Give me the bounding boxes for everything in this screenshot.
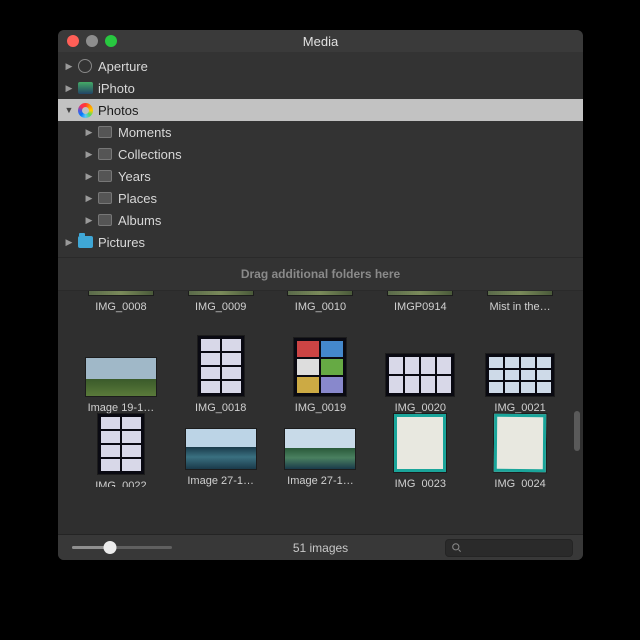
iphoto-icon [77, 80, 93, 96]
thumbnail-label: IMG_0009 [195, 301, 246, 313]
thumbnail-label: IMGP0914 [394, 301, 447, 313]
tree-item-label: Moments [118, 125, 171, 140]
thumbnail-cell[interactable]: Mist in the… [475, 291, 565, 313]
folder-icon [97, 146, 113, 162]
tree-item-label: Places [118, 191, 157, 206]
tree-item[interactable]: ▶ Years [58, 165, 583, 187]
disclosure-icon[interactable]: ▶ [84, 193, 94, 204]
thumbnail-cell[interactable]: Image 19-1… [76, 313, 166, 414]
disclosure-icon[interactable]: ▶ [84, 149, 94, 160]
tree-item[interactable]: ▶ Collections [58, 143, 583, 165]
close-icon[interactable] [67, 35, 79, 47]
thumbnail-cell[interactable]: Image 27-1… [176, 414, 266, 487]
thumbnail-cell[interactable]: IMG_0022 [76, 414, 166, 487]
thumbnail-image [184, 336, 258, 396]
drop-target[interactable]: Drag additional folders here [58, 257, 583, 291]
disclosure-icon[interactable]: ▶ [64, 83, 74, 94]
disclosure-icon[interactable]: ▶ [84, 171, 94, 182]
photos-icon [77, 102, 93, 118]
thumbnail-label: IMG_0021 [494, 402, 545, 414]
thumbnail-label: IMG_0022 [95, 480, 146, 487]
thumbnail-label: IMG_0019 [295, 402, 346, 414]
aperture-icon [77, 58, 93, 74]
thumbnail-grid-area: IMG_0008 IMG_0009 IMG_0010 IMGP0914 Mist in … [58, 291, 583, 534]
tree-item[interactable]: ▶ Places [58, 187, 583, 209]
thumbnail-cell[interactable]: IMG_0009 [176, 291, 266, 313]
slider-knob[interactable] [104, 541, 117, 554]
thumbnail-label: Image 27-1… [287, 475, 354, 487]
thumbnail-cell[interactable]: IMG_0024 [475, 414, 565, 487]
zoom-icon[interactable] [105, 35, 117, 47]
minimize-icon[interactable] [86, 35, 98, 47]
tree-item[interactable]: ▶ Albums [58, 209, 583, 231]
disclosure-icon[interactable]: ▶ [84, 215, 94, 226]
folder-icon [97, 124, 113, 140]
search-input[interactable] [445, 539, 573, 557]
thumbnail-image [483, 414, 557, 472]
thumbnail-label: IMG_0018 [195, 402, 246, 414]
folder-icon [97, 168, 113, 184]
tree-item-label: Pictures [98, 235, 145, 250]
tree-item[interactable]: ▼ Photos [58, 99, 583, 121]
thumbnail-image [283, 429, 357, 469]
disclosure-icon[interactable]: ▼ [64, 105, 74, 115]
thumbnail-label: IMG_0010 [295, 301, 346, 313]
thumbnail-label: Mist in the… [490, 301, 551, 313]
thumbnail-image [283, 338, 357, 396]
thumbnail-image [283, 291, 357, 295]
thumbnail-image [383, 354, 457, 396]
thumbnail-cell[interactable]: IMG_0020 [375, 313, 465, 414]
tree-item[interactable]: ▶ Pictures [58, 231, 583, 253]
thumbnail-image [184, 291, 258, 295]
thumbnail-cell[interactable]: IMGP0914 [375, 291, 465, 313]
traffic-lights [58, 35, 117, 47]
thumbnail-image [84, 414, 158, 474]
thumbnail-cell[interactable]: IMG_0019 [276, 313, 366, 414]
thumbnail-label: IMG_0024 [494, 478, 545, 487]
disclosure-icon[interactable]: ▶ [64, 61, 74, 72]
thumbnail-cell[interactable]: IMG_0010 [276, 291, 366, 313]
scrollbar-thumb[interactable] [574, 411, 580, 451]
tree-item-label: Years [118, 169, 151, 184]
thumbnail-cell[interactable]: IMG_0018 [176, 313, 266, 414]
tree-item-label: Photos [98, 103, 138, 118]
tree-item-label: Collections [118, 147, 182, 162]
thumbnail-image [383, 291, 457, 295]
folder-icon [77, 234, 93, 250]
thumbnail-label: IMG_0023 [395, 478, 446, 487]
disclosure-icon[interactable]: ▶ [84, 127, 94, 138]
folder-icon [97, 212, 113, 228]
thumbnail-grid: IMG_0008 IMG_0009 IMG_0010 IMGP0914 Mist in … [58, 291, 583, 487]
disclosure-icon[interactable]: ▶ [64, 237, 74, 248]
thumbnail-image [184, 429, 258, 469]
window-title: Media [58, 34, 583, 49]
thumbnail-cell[interactable]: IMG_0008 [76, 291, 166, 313]
source-tree: ▶ Aperture ▶ iPhoto ▼ Photos ▶ Moments ▶ Collecti… [58, 52, 583, 257]
tree-item-label: Albums [118, 213, 161, 228]
tree-item-label: iPhoto [98, 81, 135, 96]
thumbnail-label: IMG_0008 [95, 301, 146, 313]
titlebar[interactable]: Media [58, 30, 583, 52]
thumbnail-cell[interactable]: Image 27-1… [276, 414, 366, 487]
thumbnail-label: IMG_0020 [395, 402, 446, 414]
thumbnail-image [84, 358, 158, 396]
tree-item[interactable]: ▶ iPhoto [58, 77, 583, 99]
tree-item-label: Aperture [98, 59, 148, 74]
media-window: Media ▶ Aperture ▶ iPhoto ▼ Photos ▶ Moments ▶ Co… [58, 30, 583, 560]
folder-icon [97, 190, 113, 206]
thumbnail-label: Image 27-1… [187, 475, 254, 487]
tree-item[interactable]: ▶ Aperture [58, 55, 583, 77]
thumbnail-image [483, 354, 557, 396]
thumbnail-size-slider[interactable] [72, 546, 172, 549]
tree-item[interactable]: ▶ Moments [58, 121, 583, 143]
footer-bar: 51 images [58, 534, 583, 560]
search-icon [451, 542, 462, 553]
thumbnail-image [383, 414, 457, 472]
thumbnail-image [84, 291, 158, 295]
thumbnail-label: Image 19-1… [88, 402, 155, 414]
thumbnail-cell[interactable]: IMG_0021 [475, 313, 565, 414]
thumbnail-cell[interactable]: IMG_0023 [375, 414, 465, 487]
thumbnail-image [483, 291, 557, 295]
